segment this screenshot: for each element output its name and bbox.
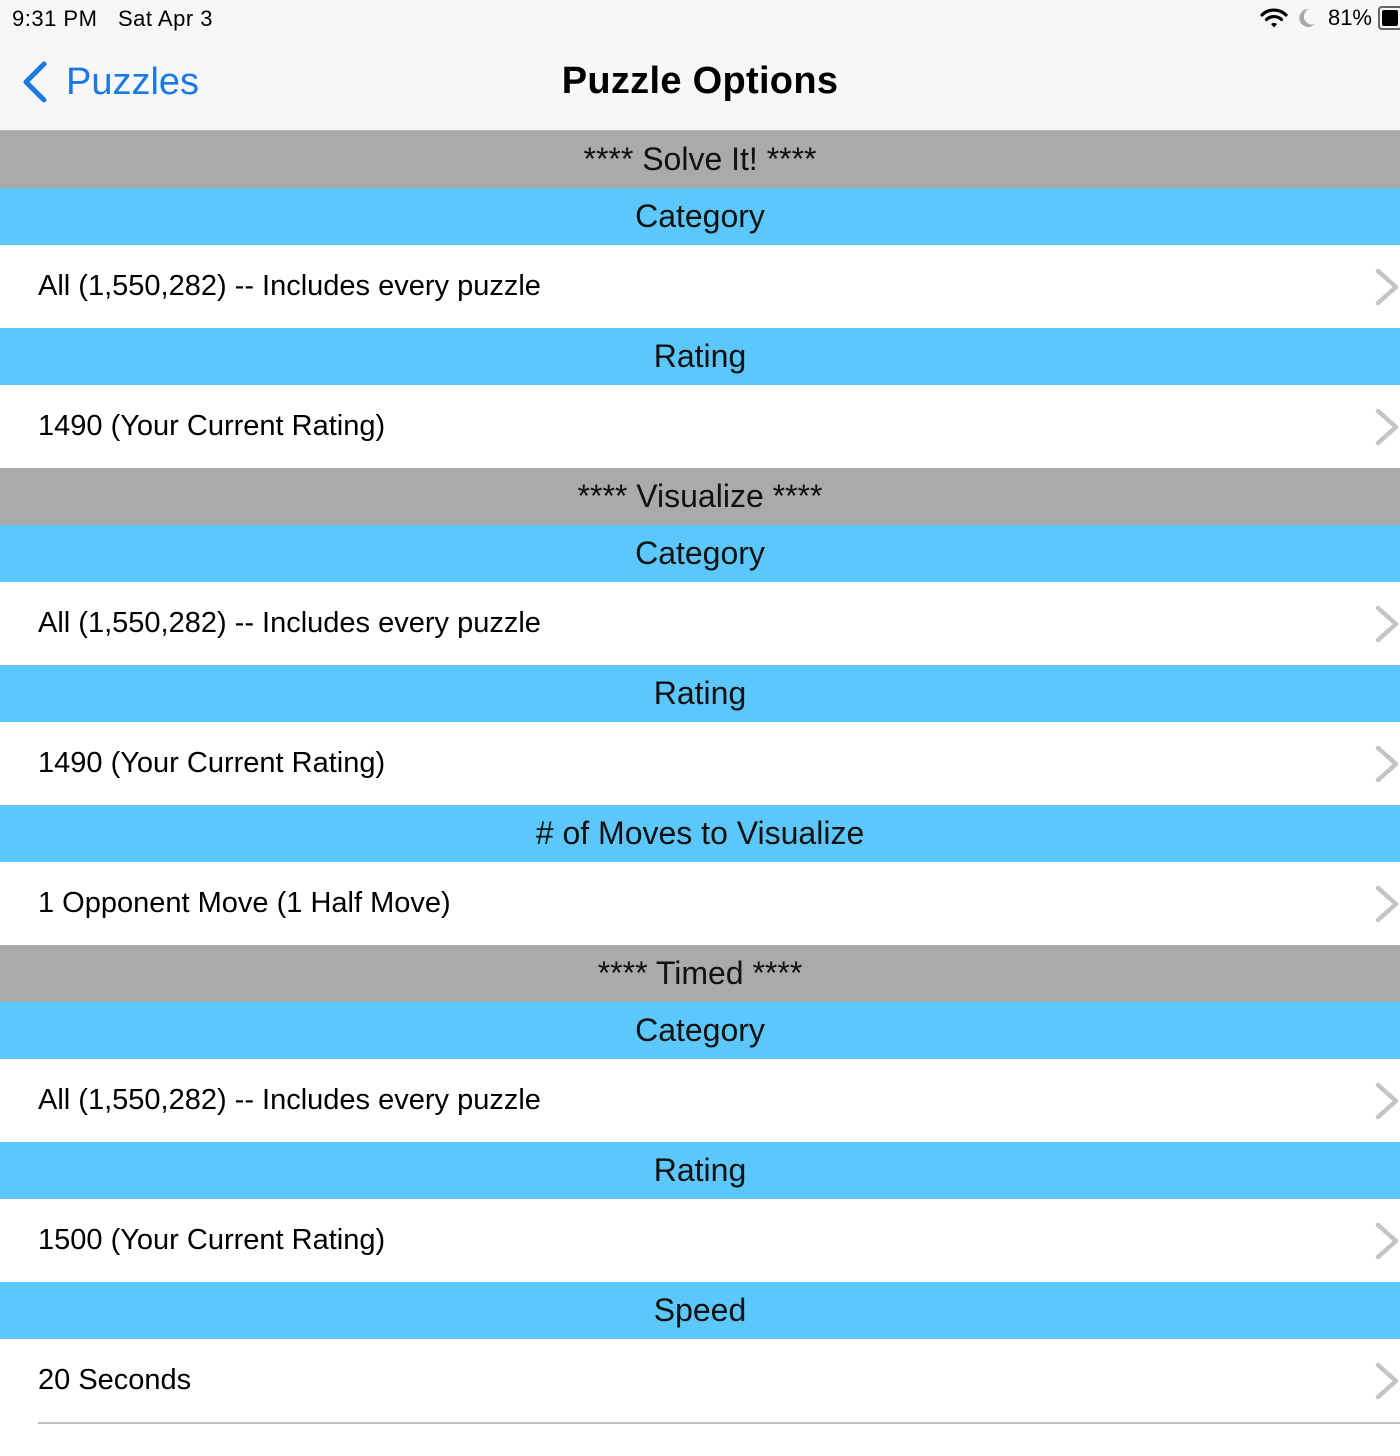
option-value: 1500 (Your Current Rating) (38, 1224, 386, 1256)
option-cell-visualize-rating[interactable]: 1490 (Your Current Rating) (0, 722, 1400, 805)
option-value: 20 Seconds (38, 1364, 192, 1396)
section-header-timed: **** Timed **** (0, 945, 1400, 1002)
group-header-moves: # of Moves to Visualize (0, 805, 1400, 862)
option-cell-timed-speed[interactable]: 20 Seconds (0, 1339, 1400, 1422)
option-cell-visualize-moves[interactable]: 1 Opponent Move (1 Half Move) (0, 862, 1400, 945)
chevron-right-icon (1375, 1222, 1399, 1260)
section-header-visualize: **** Visualize **** (0, 468, 1400, 525)
group-header-rating: Rating (0, 665, 1400, 722)
navigation-bar: Puzzles Puzzle Options (0, 40, 1400, 131)
chevron-right-icon (1375, 1362, 1399, 1400)
option-cell-timed-rating[interactable]: 1500 (Your Current Rating) (0, 1199, 1400, 1282)
chevron-right-icon (1375, 268, 1399, 306)
option-cell-solve-category[interactable]: All (1,550,282) -- Includes every puzzle (0, 245, 1400, 328)
status-date: Sat Apr 3 (118, 6, 214, 31)
chevron-right-icon (1375, 408, 1399, 446)
chevron-right-icon (1375, 745, 1399, 783)
chevron-right-icon (1375, 1082, 1399, 1120)
battery-icon (1378, 6, 1400, 30)
option-cell-solve-rating[interactable]: 1490 (Your Current Rating) (0, 385, 1400, 468)
option-value: All (1,550,282) -- Includes every puzzle (38, 607, 541, 639)
wifi-icon (1260, 8, 1288, 28)
battery-percent: 81% (1327, 5, 1372, 30)
group-header-category: Category (0, 188, 1400, 245)
option-cell-timed-category[interactable]: All (1,550,282) -- Includes every puzzle (0, 1059, 1400, 1142)
option-value: 1 Opponent Move (1 Half Move) (38, 887, 451, 919)
group-header-category: Category (0, 525, 1400, 582)
group-header-speed: Speed (0, 1282, 1400, 1339)
option-value: All (1,550,282) -- Includes every puzzle (38, 270, 541, 302)
status-time: 9:31 PM (12, 6, 98, 31)
page-title: Puzzle Options (561, 60, 839, 102)
options-list: **** Solve It! **** Category All (1,550,… (0, 131, 1400, 1424)
group-header-category: Category (0, 1002, 1400, 1059)
group-header-rating: Rating (0, 328, 1400, 385)
moon-icon (1299, 8, 1315, 27)
option-value: 1490 (Your Current Rating) (38, 747, 386, 779)
option-value: All (1,550,282) -- Includes every puzzle (38, 1084, 541, 1116)
list-separator (38, 1422, 1400, 1424)
status-indicators: 81% (1260, 4, 1400, 32)
option-cell-visualize-category[interactable]: All (1,550,282) -- Includes every puzzle (0, 582, 1400, 665)
section-header-solve-it: **** Solve It! **** (0, 131, 1400, 188)
status-bar: 9:31 PM Sat Apr 3 81% (0, 0, 1400, 40)
option-value: 1490 (Your Current Rating) (38, 410, 386, 442)
chevron-right-icon (1375, 885, 1399, 923)
chevron-right-icon (1375, 605, 1399, 643)
group-header-rating: Rating (0, 1142, 1400, 1199)
